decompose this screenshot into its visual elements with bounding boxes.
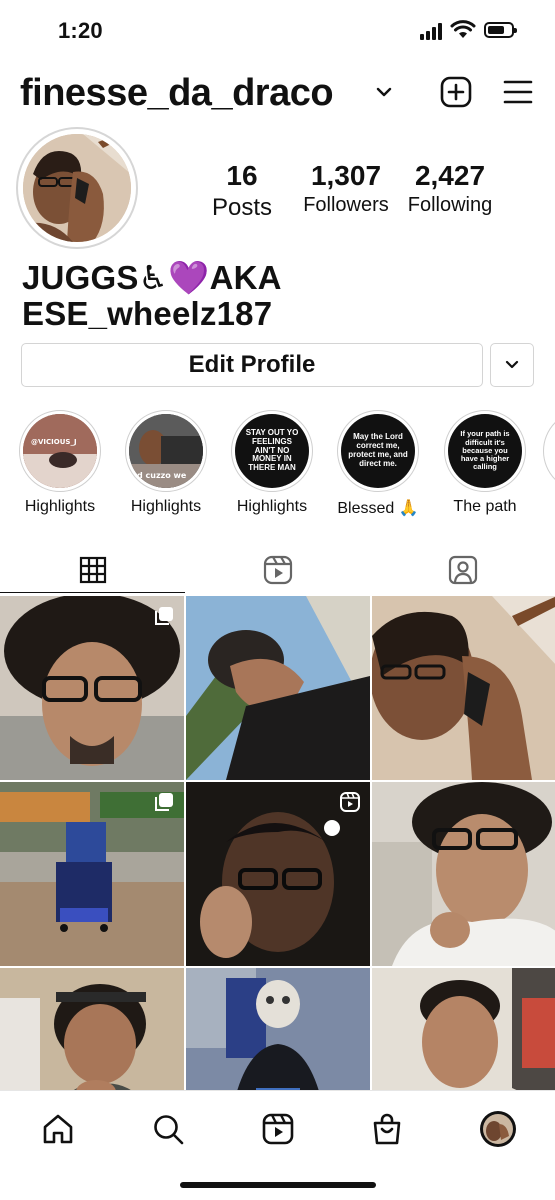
highlight-cover-text: @VICIOUS_J <box>31 438 77 446</box>
post-thumbnail[interactable] <box>186 596 370 780</box>
bio-line: JUGGS♿💜AKA <box>22 259 282 296</box>
battery-icon <box>484 22 517 38</box>
home-icon <box>43 1114 73 1144</box>
chevron-down-icon[interactable] <box>376 86 392 98</box>
search-icon <box>154 1115 184 1145</box>
highlight-item[interactable]: STAY OUT YO FEELINGS AIN'T NO MONEY IN T… <box>224 410 320 516</box>
grid-icon <box>79 556 106 584</box>
highlight-label: Highlights <box>24 498 96 515</box>
posts-label: Posts <box>211 194 273 221</box>
highlight-cover-text: May the Lord correct me, protect me, and… <box>341 414 415 488</box>
bio-line: ESE_wheelz187 <box>22 295 273 332</box>
new-post-icon[interactable] <box>440 76 472 108</box>
tab-reels[interactable] <box>185 546 370 594</box>
reels-icon <box>262 1113 294 1145</box>
highlight-cover-text: If your path is difficult it's because y… <box>448 414 522 488</box>
highlight-label: Blessed 🙏 <box>337 500 419 517</box>
post-thumbnail[interactable] <box>372 968 555 1090</box>
post-thumbnail[interactable] <box>0 782 184 966</box>
status-bar: 1:20 <box>0 0 555 64</box>
highlight-item[interactable]: d cuzzo we Highlights <box>118 410 214 516</box>
profile-avatar[interactable] <box>23 134 131 242</box>
posts-stat: 16 Posts <box>204 162 280 222</box>
highlight-label: Highlights <box>236 498 308 515</box>
nav-home[interactable] <box>38 1109 78 1149</box>
followers-stat[interactable]: 1,307 Followers <box>298 162 394 217</box>
following-stat[interactable]: 2,427 Following <box>400 162 500 217</box>
posts-grid <box>0 596 555 1090</box>
highlight-cover: @VICIOUS_J <box>23 414 97 488</box>
highlight-item[interactable]: If your path is difficult it's because y… <box>437 410 533 516</box>
carousel-icon <box>155 793 173 811</box>
post-thumbnail[interactable] <box>186 968 370 1090</box>
highlight-label: The path <box>453 498 517 515</box>
status-time: 1:20 <box>58 18 103 43</box>
tab-posts[interactable] <box>0 546 185 594</box>
following-count: 2,427 <box>414 160 486 191</box>
highlight-item[interactable]: May the Lord correct me, protect me, and… <box>330 410 426 518</box>
post-thumbnail[interactable] <box>372 596 555 780</box>
profile-avatar <box>480 1111 516 1147</box>
tagged-icon <box>448 555 477 585</box>
followers-count: 1,307 <box>310 160 382 191</box>
reel-icon <box>340 792 360 812</box>
nav-reels[interactable] <box>258 1109 298 1149</box>
edit-profile-button[interactable]: Edit Profile <box>21 343 483 387</box>
home-indicator[interactable] <box>180 1182 376 1188</box>
reels-icon <box>263 555 292 585</box>
wifi-icon <box>450 20 476 38</box>
highlight-label: Highlights <box>130 498 202 515</box>
active-tab-indicator <box>0 592 185 593</box>
posts-count: 16 <box>226 160 258 191</box>
post-thumbnail[interactable] <box>0 968 184 1090</box>
post-thumbnail[interactable] <box>0 596 184 780</box>
chevron-down-icon <box>505 360 519 369</box>
highlight-cover-text: d cuzzo we <box>137 471 187 480</box>
post-thumbnail[interactable] <box>186 782 370 966</box>
followers-label: Followers <box>303 194 389 216</box>
tab-tagged[interactable] <box>370 546 555 594</box>
highlight-item[interactable]: @VICIOUS_J Highlights <box>12 410 108 516</box>
cellular-signal-icon <box>420 22 442 40</box>
shop-icon <box>373 1113 401 1145</box>
menu-icon[interactable] <box>503 79 533 105</box>
profile-display-name: JUGGS♿💜AKA ESE_wheelz187 <box>22 260 282 332</box>
discover-people-button[interactable] <box>490 343 534 387</box>
following-label: Following <box>407 194 493 216</box>
post-thumbnail[interactable] <box>372 782 555 966</box>
highlight-item[interactable] <box>543 410 555 492</box>
nav-shop[interactable] <box>367 1109 407 1149</box>
nav-search[interactable] <box>148 1109 188 1149</box>
carousel-icon <box>155 607 173 625</box>
profile-username[interactable]: finesse_da_draco <box>20 72 334 115</box>
highlight-cover: d cuzzo we <box>129 414 203 488</box>
highlight-cover-text: STAY OUT YO FEELINGS AIN'T NO MONEY IN T… <box>235 414 309 488</box>
nav-profile[interactable] <box>478 1109 518 1149</box>
